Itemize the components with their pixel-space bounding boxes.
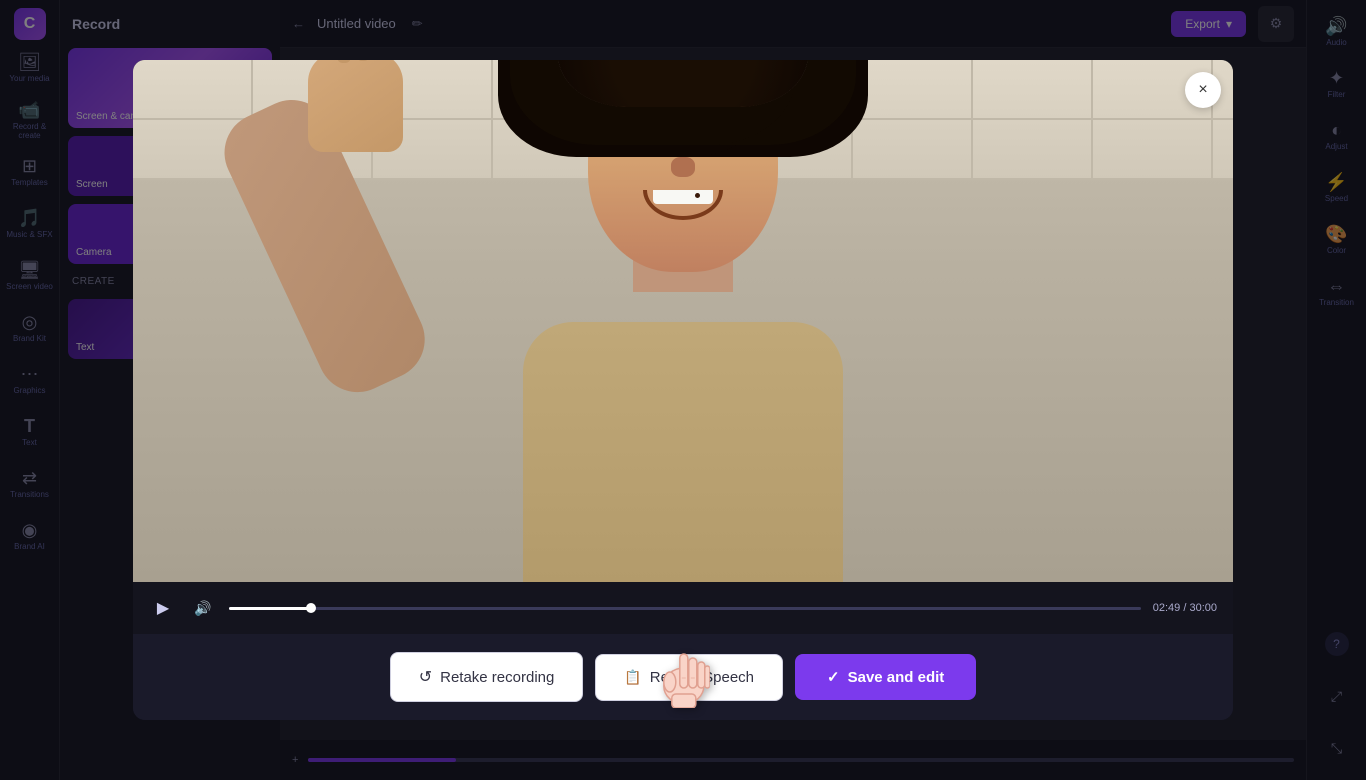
person-left-eye bbox=[626, 122, 652, 140]
person-nose bbox=[671, 157, 695, 177]
review-speech-icon: 📋 bbox=[624, 669, 641, 686]
retake-icon: ↺ bbox=[419, 667, 432, 687]
person-hair bbox=[558, 60, 808, 107]
video-progress-bar[interactable] bbox=[229, 607, 1141, 610]
modal-controls: ▶ 🔊 02:49 / 30:00 bbox=[133, 582, 1233, 634]
retake-recording-button[interactable]: ↺ Retake recording bbox=[390, 652, 584, 702]
person-left-hand bbox=[308, 60, 403, 152]
person-mole bbox=[695, 193, 700, 198]
person-fingers bbox=[318, 60, 387, 63]
person-right-eye bbox=[714, 122, 740, 140]
save-checkmark-icon: ✓ bbox=[827, 668, 840, 686]
person-torso bbox=[523, 322, 843, 582]
video-time-display: 02:49 / 30:00 bbox=[1153, 602, 1217, 614]
action-bar: ↺ Retake recording 📋 Review Speech ✓ Sav… bbox=[133, 634, 1233, 720]
volume-button[interactable]: 🔊 bbox=[189, 594, 217, 622]
modal-video-area bbox=[133, 60, 1233, 582]
person-teeth bbox=[653, 190, 713, 204]
video-background bbox=[133, 60, 1233, 582]
modal-close-button[interactable]: × bbox=[1185, 72, 1221, 108]
review-speech-label: Review Speech bbox=[650, 669, 754, 686]
recording-review-modal: × bbox=[133, 60, 1233, 720]
retake-label: Retake recording bbox=[440, 669, 554, 686]
close-icon: × bbox=[1198, 81, 1207, 99]
video-progress-fill bbox=[229, 607, 311, 610]
person-mouth bbox=[643, 190, 723, 220]
video-progress-thumb bbox=[306, 603, 316, 613]
review-speech-button[interactable]: 📋 Review Speech bbox=[595, 654, 783, 701]
play-button[interactable]: ▶ bbox=[149, 594, 177, 622]
modal-overlay[interactable]: × bbox=[0, 0, 1366, 780]
save-and-edit-button[interactable]: ✓ Save and edit bbox=[795, 654, 976, 700]
save-label: Save and edit bbox=[848, 669, 945, 686]
